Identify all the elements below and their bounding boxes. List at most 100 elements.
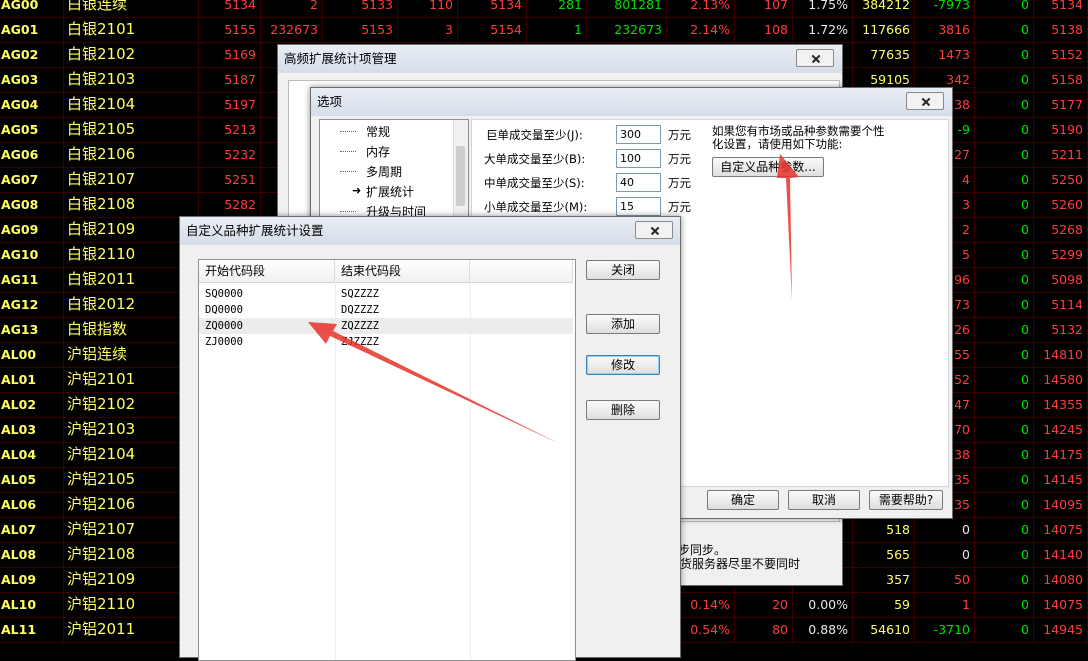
large-order-label: 大单成交量至少(B): [484,152,586,166]
quote-cell: 0 [975,467,1034,492]
quote-cell: 0 [975,217,1034,242]
quote-cell: 0 [975,192,1034,217]
quote-cell: 5187 [199,67,261,92]
quote-cell: 0 [975,567,1034,592]
quote-cell: 5213 [199,117,261,142]
quote-code: AG06 [0,142,64,167]
quote-cell: 1 [915,592,975,617]
quote-cell: 5177 [1034,92,1088,117]
medium-order-input[interactable]: 40 [616,173,661,192]
quote-cell: 14075 [1034,517,1088,542]
quote-code: AL06 [0,492,64,517]
small-order-input[interactable]: 15 [616,197,661,216]
quote-cell: 2.13% [667,0,735,17]
quote-name: 白银连续 [64,0,199,17]
hf-stats-close-button[interactable] [796,49,834,67]
tree-item-memory[interactable]: 内存 [366,143,390,160]
quote-code: AL01 [0,367,64,392]
quote-cell: 5232 [199,142,261,167]
tree-scroll-thumb[interactable] [456,146,465,206]
quote-cell: 0 [975,392,1034,417]
quote-cell: 565 [853,542,915,567]
quote-cell: 5138 [1034,17,1088,42]
quote-code: AG13 [0,317,64,342]
quote-cell: 0 [975,617,1034,642]
range-start: ZQ0000 [205,320,243,332]
tree-item-extended-stats[interactable]: 扩展统计 [366,183,414,200]
quote-cell: 0.88% [793,617,853,642]
quote-cell: 281 [527,0,587,17]
quote-cell: 14580 [1034,367,1088,392]
quote-cell: 14175 [1034,442,1088,467]
quote-cell: 14145 [1034,467,1088,492]
range-end: DQZZZZ [341,304,379,316]
quote-cell: 0 [975,367,1034,392]
quote-code: AL10 [0,592,64,617]
quote-cell: 0 [975,417,1034,442]
range-list[interactable]: 开始代码段 结束代码段 SQ0000 SQZZZZ DQ0000 DQZZZZ ZQ… [198,259,576,661]
quote-code: AG10 [0,242,64,267]
large-order-input[interactable]: 100 [616,149,661,168]
quote-name: 白银2106 [64,142,199,167]
quote-cell: 0 [975,267,1034,292]
quote-cell: 14140 [1034,542,1088,567]
quote-code: AG02 [0,42,64,67]
options-close-button[interactable] [906,92,944,110]
close-button[interactable]: 关闭 [586,260,660,280]
range-list-header: 开始代码段 结束代码段 [199,260,573,283]
quote-code: AL07 [0,517,64,542]
ok-button[interactable]: 确定 [707,490,779,510]
custom-params-button[interactable]: 自定义品种参数... [712,157,824,177]
quote-cell: 5134 [199,0,261,17]
quote-code: AL04 [0,442,64,467]
quote-cell: 59 [853,592,915,617]
delete-button[interactable]: 删除 [586,400,660,420]
quote-cell: 107 [735,0,793,17]
range-row[interactable]: SQ0000 SQZZZZ [199,286,573,302]
quote-cell: 0 [975,167,1034,192]
range-row-selected[interactable]: ZQ0000 ZQZZZZ [199,318,573,334]
range-row[interactable]: ZJ0000 ZJZZZZ [199,334,573,350]
quote-cell: 0 [975,492,1034,517]
quote-name: 白银2101 [64,17,199,42]
quote-cell: 14075 [1034,592,1088,617]
quote-cell: 0 [975,317,1034,342]
quote-name: 白银2107 [64,167,199,192]
help-button[interactable]: 需要帮助? [869,490,943,510]
quote-name: 白银2103 [64,67,199,92]
cancel-button[interactable]: 取消 [788,490,860,510]
custom-stats-close-button[interactable] [635,221,673,239]
quote-cell: 77635 [853,42,915,67]
col-start-header[interactable]: 开始代码段 [199,260,335,282]
quote-cell: 20 [735,592,793,617]
quote-cell: 5155 [199,17,261,42]
quote-cell: 1 [527,17,587,42]
quote-code: AG05 [0,117,64,142]
quote-cell: 14080 [1034,567,1088,592]
quote-code: AG04 [0,92,64,117]
quote-cell: 5132 [1034,317,1088,342]
range-end: ZQZZZZ [341,320,379,332]
giant-order-input[interactable]: 300 [616,125,661,144]
col-end-header[interactable]: 结束代码段 [335,260,470,282]
quote-cell: 0 [975,17,1034,42]
quote-code: AG07 [0,167,64,192]
quote-row[interactable]: AG00 白银连续 5134 2 5133 110 5134 281 801281 2.13% 10… [0,0,1088,18]
add-button[interactable]: 添加 [586,314,660,334]
quote-code: AL03 [0,417,64,442]
tree-item-multi-period[interactable]: 多周期 [366,163,402,180]
range-end: ZJZZZZ [341,336,379,348]
quote-cell: 1473 [915,42,975,67]
quote-cell: 2.14% [667,17,735,42]
quote-cell: 5154 [458,17,527,42]
quote-cell: 108 [735,17,793,42]
quote-cell: 0 [975,292,1034,317]
quote-cell: 5133 [323,0,398,17]
modify-button[interactable]: 修改 [586,355,660,375]
quote-code: AL09 [0,567,64,592]
quote-code: AL08 [0,542,64,567]
range-row[interactable]: DQ0000 DQZZZZ [199,302,573,318]
tree-item-general[interactable]: 常规 [366,123,390,140]
quote-row[interactable]: AG01 白银2101 5155 232673 5153 3 5154 1 232673 2.14… [0,17,1088,43]
options-title: 选项 [311,88,952,116]
